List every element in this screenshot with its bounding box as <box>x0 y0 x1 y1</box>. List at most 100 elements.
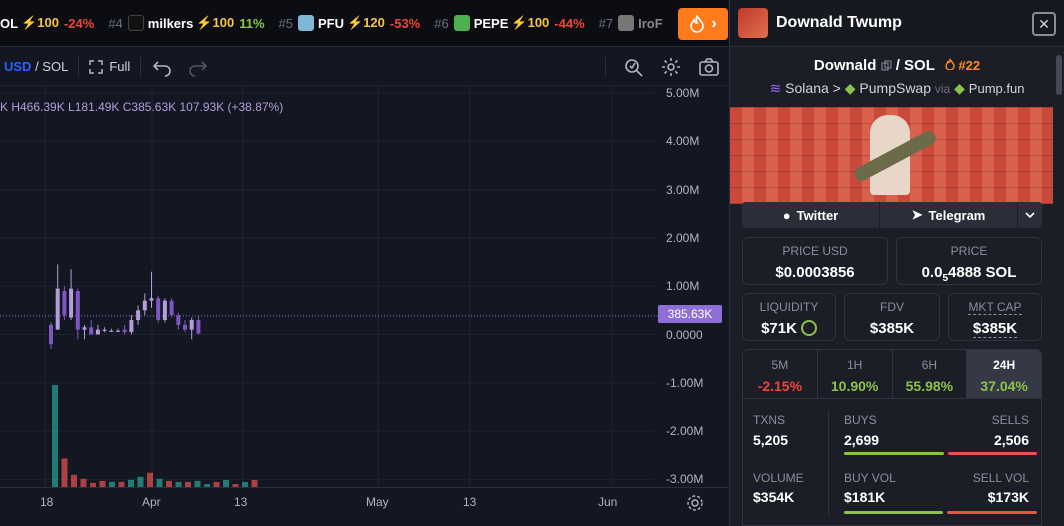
candle-body[interactable] <box>116 330 120 332</box>
y-tick-label: 3.00M <box>666 182 700 197</box>
pumpfun-icon: ◆ <box>954 80 965 96</box>
chain-name[interactable]: Solana <box>785 80 829 96</box>
ticker-boost: ⚡100 <box>196 15 235 30</box>
dex-name[interactable]: PumpSwap <box>859 80 931 96</box>
pair-quote: SOL <box>904 57 935 74</box>
volume-bar[interactable] <box>61 458 68 487</box>
volume-bar[interactable] <box>71 474 77 487</box>
tab-change: 55.98% <box>905 378 954 394</box>
candle-body[interactable] <box>142 300 147 311</box>
candle-body[interactable] <box>89 327 94 335</box>
ticker-item[interactable]: #7 IroF <box>599 15 666 31</box>
chevron-right-icon: > <box>832 80 845 96</box>
candle-body[interactable] <box>75 291 80 330</box>
chart-pair-selector[interactable]: USD / SOL <box>4 59 68 74</box>
tab-6h[interactable]: 6H 55.98% <box>893 350 968 398</box>
sell-volume-ratio-bar <box>947 511 1037 514</box>
candle-body[interactable] <box>189 320 194 330</box>
quote-currency[interactable]: USD <box>4 59 31 74</box>
redo-icon[interactable] <box>187 56 209 78</box>
ticker-symbol: IroF <box>638 15 663 31</box>
candle-body[interactable] <box>129 320 134 333</box>
trending-hot-button[interactable]: › <box>678 8 728 40</box>
base-currency[interactable]: SOL <box>42 59 68 74</box>
ticker-item[interactable]: #5 PFU ⚡120 -53% <box>279 15 421 31</box>
settings-icon[interactable] <box>660 56 682 78</box>
volume-bar[interactable] <box>52 385 58 487</box>
ticker-change: 11% <box>239 15 265 31</box>
candle-body[interactable] <box>62 291 67 316</box>
candle-body[interactable] <box>122 329 127 333</box>
toolbar-divider <box>605 57 606 77</box>
market-cap-label-text[interactable]: MKT CAP <box>968 300 1022 315</box>
candle-body[interactable] <box>95 329 100 335</box>
ticker-item[interactable]: OL ⚡100 -24% <box>0 15 94 31</box>
y-tick-label: 1.00M <box>666 279 700 294</box>
tab-label: 6H <box>921 358 938 372</box>
pfu-token-icon <box>298 15 314 31</box>
volume-bar[interactable] <box>147 472 153 487</box>
chart-canvas[interactable] <box>0 87 728 487</box>
candle-body[interactable] <box>82 327 87 330</box>
liquidity-amount: $71K <box>761 320 797 337</box>
toolbar-divider <box>140 56 142 77</box>
market-cap-card: MKT CAP $385K <box>948 293 1042 341</box>
candle-body[interactable] <box>176 315 181 325</box>
full-range-button[interactable]: Full <box>89 59 130 74</box>
telegram-button[interactable]: ➤ Telegram <box>880 202 1018 228</box>
tab-change: -2.15% <box>757 378 803 394</box>
candle-body[interactable] <box>69 288 74 318</box>
ticker-item[interactable]: #6 PEPE ⚡100 -44% <box>434 15 585 31</box>
candle-body[interactable] <box>196 320 201 334</box>
ticker-change: -53% <box>389 15 421 31</box>
tab-1h[interactable]: 1H 10.90% <box>818 350 893 398</box>
ticker-boost: ⚡120 <box>347 15 385 30</box>
buys-value: 2,699 <box>844 432 880 448</box>
volume-bar[interactable] <box>223 480 229 487</box>
copy-icon[interactable] <box>881 60 892 71</box>
ticker-item[interactable]: #4 milkers ⚡100 11% <box>108 15 265 31</box>
candle-body[interactable] <box>162 300 167 321</box>
candle-body[interactable] <box>102 329 107 331</box>
volume-bar[interactable] <box>137 476 144 487</box>
via-label: via <box>934 82 951 96</box>
candle-body[interactable] <box>136 310 141 321</box>
price-chart[interactable]: K H466.39K L181.49K C385.63K 107.93K (+3… <box>0 86 728 487</box>
close-panel-button[interactable]: ✕ <box>1032 12 1056 36</box>
candle-body[interactable] <box>55 288 60 330</box>
pair-separator: / <box>895 57 905 74</box>
volume-bar[interactable] <box>80 478 87 487</box>
undo-icon[interactable] <box>151 56 173 78</box>
twitter-button[interactable]: ● Twitter <box>742 202 880 228</box>
tab-24h[interactable]: 24H 37.04% <box>967 350 1041 398</box>
chart-settings-gear-icon[interactable] <box>686 494 704 512</box>
ticker-rank: #4 <box>108 15 123 31</box>
ticker-rank: #7 <box>598 15 614 31</box>
candle-body[interactable] <box>49 324 53 345</box>
candle-body[interactable] <box>156 298 161 321</box>
volume-bar[interactable] <box>251 480 258 487</box>
y-tick-label: 0.0000 <box>666 327 703 342</box>
panel-scrollbar[interactable] <box>1056 55 1062 95</box>
y-tick-label: 2.00M <box>666 230 700 245</box>
candle-body[interactable] <box>169 300 174 316</box>
token-avatar <box>738 8 768 38</box>
volume-bar[interactable] <box>128 479 134 487</box>
candle-body[interactable] <box>183 324 187 330</box>
market-cap-label: MKT CAP <box>949 300 1041 315</box>
lock-icon[interactable] <box>800 320 817 336</box>
liquidity-label: LIQUIDITY <box>759 300 819 314</box>
y-tick-label: -3.00M <box>666 472 704 487</box>
measure-icon[interactable] <box>622 56 644 78</box>
candle-body[interactable] <box>149 298 154 301</box>
volume-bar[interactable] <box>156 478 163 487</box>
candle-body[interactable] <box>109 330 114 332</box>
launchpad-name[interactable]: Pump.fun <box>969 81 1025 96</box>
buy-vol-value: $181K <box>844 489 886 505</box>
tab-5m[interactable]: 5M -2.15% <box>743 350 818 398</box>
price-sol-suffix: 4888 SOL <box>948 264 1017 281</box>
camera-icon[interactable] <box>698 56 720 78</box>
trending-rank-badge[interactable]: #22 <box>945 58 980 73</box>
more-links-button[interactable] <box>1018 202 1042 228</box>
telegram-label: Telegram <box>928 207 986 223</box>
